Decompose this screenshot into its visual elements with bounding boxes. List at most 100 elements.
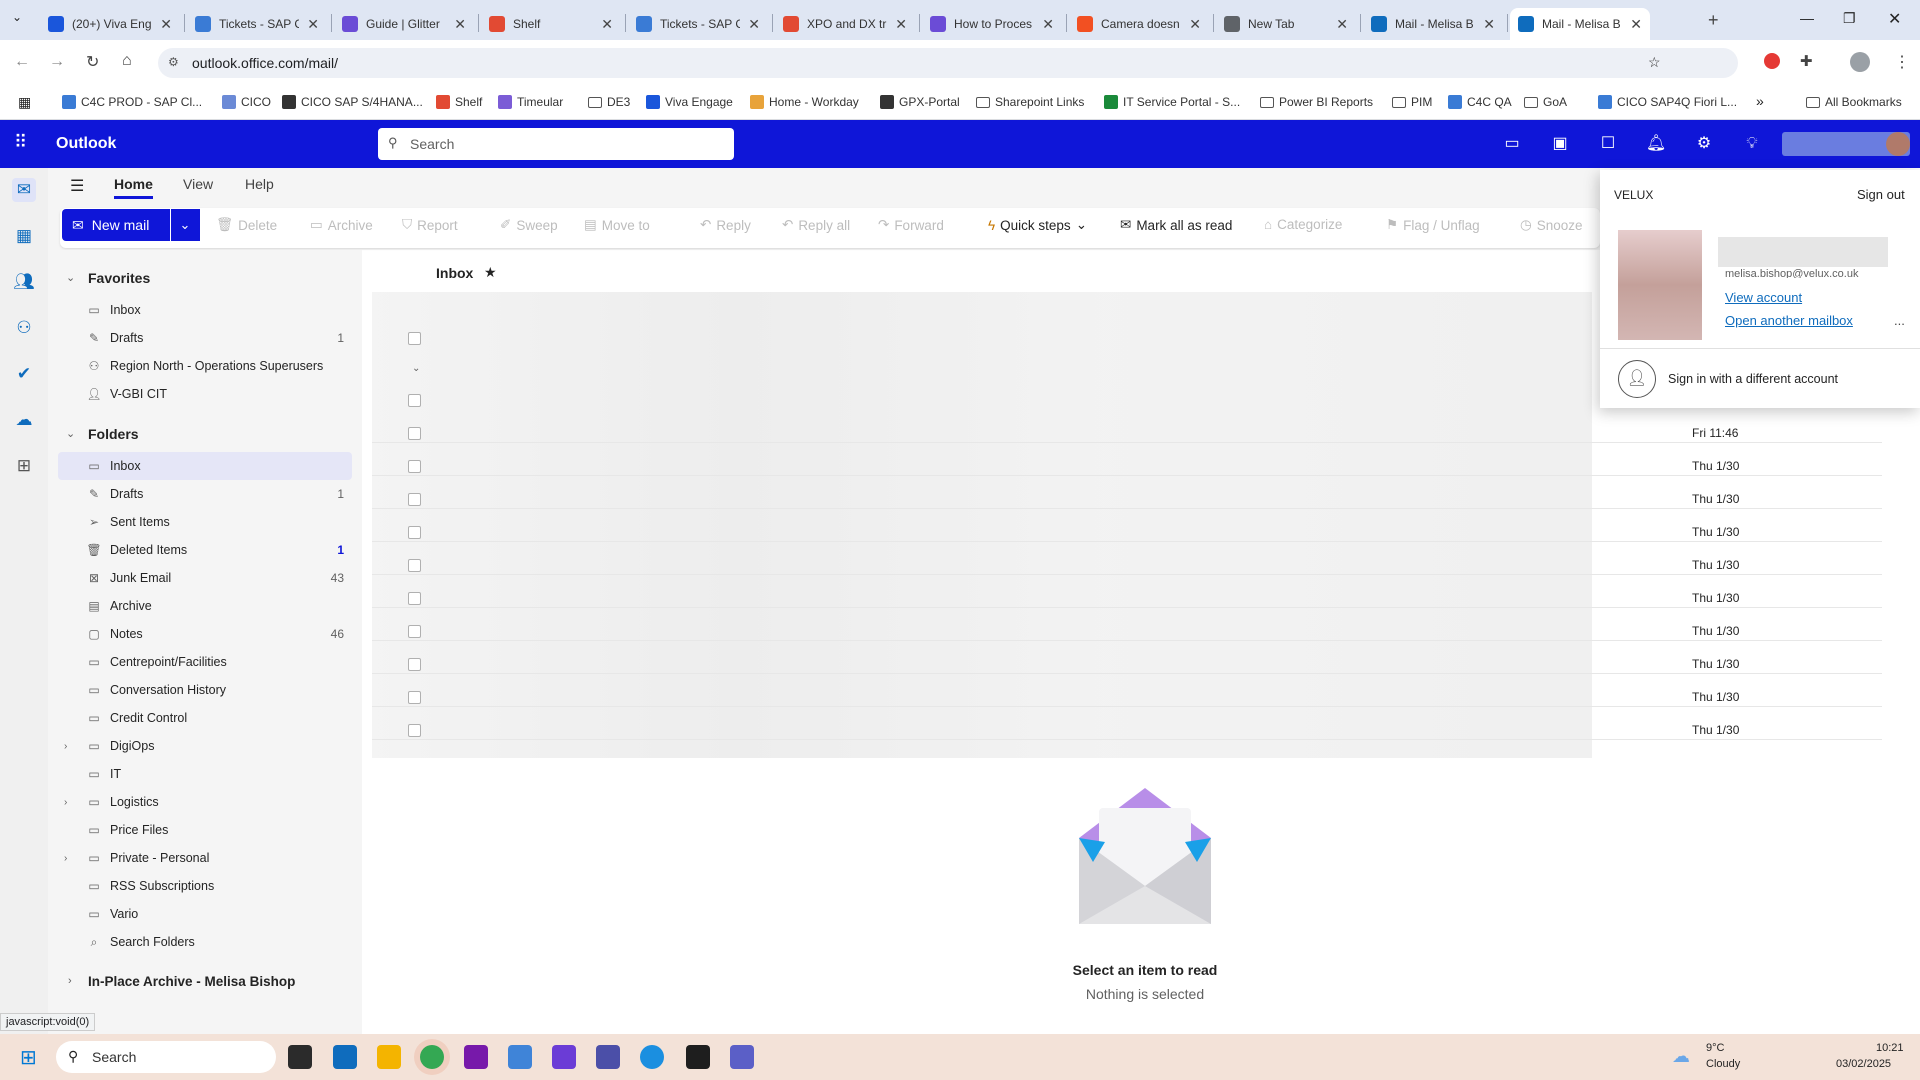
sapgui-icon[interactable]	[508, 1045, 532, 1069]
message-row[interactable]	[372, 476, 1882, 509]
mark-all-read-button[interactable]: ✉ Mark all as read	[1120, 217, 1232, 233]
task-view-icon[interactable]	[288, 1045, 312, 1069]
browser-tab[interactable]: Shelf ✕	[481, 8, 621, 40]
favorites-heading[interactable]: Favorites	[88, 270, 150, 286]
reply-all-button[interactable]: ↶ Reply all	[782, 217, 850, 233]
calendar-icon[interactable]: ▦	[12, 224, 36, 248]
folders-chevron-icon[interactable]: ⌄	[66, 427, 75, 440]
message-row[interactable]	[372, 707, 1882, 740]
folder-item[interactable]: ▭ IT	[58, 760, 352, 788]
bookmark-item[interactable]: IT Service Portal - S...	[1104, 95, 1240, 109]
tab-help[interactable]: Help	[245, 176, 274, 192]
account-manager-button[interactable]	[1782, 132, 1910, 156]
bookmark-item[interactable]: C4C QA	[1448, 95, 1512, 109]
move-to-button[interactable]: ▤ Move to	[584, 217, 650, 233]
favorites-chevron-icon[interactable]: ⌄	[66, 271, 75, 284]
more-options-icon[interactable]: ...	[1894, 313, 1905, 328]
folder-item[interactable]: ▭ Price Files	[58, 816, 352, 844]
message-row[interactable]	[372, 542, 1882, 575]
tab-close-icon[interactable]: ✕	[1336, 16, 1348, 33]
bookmark-item[interactable]: PIM	[1392, 95, 1432, 109]
tab-close-icon[interactable]: ✕	[1630, 16, 1642, 33]
browser-tab[interactable]: New Tab ✕	[1216, 8, 1356, 40]
outlook-taskbar-icon[interactable]	[333, 1045, 357, 1069]
bookmark-item[interactable]: CICO SAP S/4HANA...	[282, 95, 423, 109]
bookmark-item[interactable]: Home - Workday	[750, 95, 859, 109]
windows-start-icon[interactable]: ⊞	[20, 1045, 37, 1070]
bookmark-item[interactable]: Viva Engage	[646, 95, 733, 109]
folder-item[interactable]: ➢ Sent Items	[58, 508, 352, 536]
different-account-link[interactable]: Sign in with a different account	[1668, 372, 1838, 386]
bookmark-item[interactable]: DE3	[588, 95, 630, 109]
categorize-button[interactable]: ⌂ Categorize	[1264, 217, 1342, 232]
group-collapse-chevron-icon[interactable]: ⌄	[412, 363, 420, 374]
bookmark-item[interactable]: CICO	[222, 95, 271, 109]
folder-item[interactable]: ▢ Notes 46	[58, 620, 352, 648]
search-input[interactable]: ⚲ Search	[378, 128, 734, 160]
delete-button[interactable]: 🗑︎ Delete	[216, 217, 277, 233]
apps-grid-icon[interactable]: ▦	[18, 94, 31, 111]
quick-steps-button[interactable]: ϟ Quick steps ⌄	[988, 217, 1087, 233]
bookmark-item[interactable]: CICO SAP4Q Fiori L...	[1598, 95, 1737, 109]
tab-close-icon[interactable]: ✕	[748, 16, 760, 33]
folder-item[interactable]: ▭ Inbox	[58, 452, 352, 480]
reply-button[interactable]: ↶ Reply	[700, 217, 751, 233]
tab-close-icon[interactable]: ✕	[1189, 16, 1201, 33]
folder-item[interactable]: ✎ Drafts 1	[58, 480, 352, 508]
tab-close-icon[interactable]: ✕	[601, 16, 613, 33]
browser-tab[interactable]: (20+) Viva Eng ✕	[40, 8, 180, 40]
hamburger-menu-icon[interactable]: ☰	[70, 176, 84, 196]
sweep-button[interactable]: ✐ Sweep	[500, 217, 558, 233]
flag-button[interactable]: ⚑ Flag / Unflag	[1386, 217, 1480, 233]
tab-close-icon[interactable]: ✕	[1483, 16, 1495, 33]
forward-icon[interactable]: →	[49, 53, 65, 71]
browser-tab[interactable]: Tickets - SAP C ✕	[187, 8, 327, 40]
tab-close-icon[interactable]: ✕	[1042, 16, 1054, 33]
tab-close-icon[interactable]: ✕	[160, 16, 172, 33]
browser-tab[interactable]: Guide | Glitter ✕	[334, 8, 474, 40]
archive-expand-icon[interactable]: ›	[68, 975, 72, 987]
favorite-star-icon[interactable]: ★	[484, 264, 497, 281]
archive-button[interactable]: ▭ Archive	[310, 217, 373, 233]
browser-tab[interactable]: Tickets - SAP C ✕	[628, 8, 768, 40]
tab-view[interactable]: View	[183, 176, 213, 192]
back-icon[interactable]: ←	[14, 53, 30, 71]
minimize-button[interactable]: —	[1800, 10, 1814, 26]
bookmark-item[interactable]: GoA	[1524, 95, 1567, 109]
favorite-folder-item[interactable]: 👤︎ V-GBI CIT	[58, 380, 352, 408]
mail-icon[interactable]: ✉	[12, 178, 36, 202]
folder-item[interactable]: › ▭ DigiOps	[58, 732, 352, 760]
all-bookmarks[interactable]: All Bookmarks	[1806, 95, 1902, 109]
meet-now-icon[interactable]: ▭	[1500, 132, 1524, 156]
tab-close-icon[interactable]: ✕	[895, 16, 907, 33]
browser-tab[interactable]: XPO and DX tr ✕	[775, 8, 915, 40]
message-row[interactable]	[372, 443, 1882, 476]
expand-chevron-icon[interactable]: ›	[64, 741, 67, 752]
extensions-puzzle-icon[interactable]: ✚	[1800, 52, 1813, 70]
url-bar[interactable]: ⚙ outlook.office.com/mail/ ☆	[158, 48, 1738, 78]
more-apps-icon[interactable]: ⊞	[12, 454, 36, 478]
folder-item[interactable]: ▭ RSS Subscriptions	[58, 872, 352, 900]
onedrive-cloud-icon[interactable]: ☁	[12, 408, 36, 432]
browser-tab[interactable]: Camera doesn ✕	[1069, 8, 1209, 40]
favorite-folder-item[interactable]: ▭ Inbox	[58, 296, 352, 324]
bookmark-item[interactable]: Shelf	[436, 95, 482, 109]
expand-chevron-icon[interactable]: ›	[64, 797, 67, 808]
snipping-tool-icon[interactable]	[552, 1045, 576, 1069]
sticky-notes-icon[interactable]	[686, 1045, 710, 1069]
add-person-icon[interactable]: 👤︎	[1618, 360, 1656, 398]
folder-item[interactable]: ⌕ Search Folders	[58, 928, 352, 956]
groups-icon[interactable]: ⚇	[12, 316, 36, 340]
browser-tab[interactable]: How to Proces ✕	[922, 8, 1062, 40]
tab-close-icon[interactable]: ✕	[454, 16, 466, 33]
settings-gear-icon[interactable]: ⚙	[1692, 132, 1716, 156]
folder-item[interactable]: ▭ Conversation History	[58, 676, 352, 704]
chrome-icon[interactable]	[420, 1045, 444, 1069]
bookmark-item[interactable]: GPX-Portal	[880, 95, 960, 109]
app-icon[interactable]	[596, 1045, 620, 1069]
favorite-folder-item[interactable]: ⚇ Region North - Operations Superusers	[58, 352, 352, 380]
snooze-button[interactable]: ◷ Snooze	[1520, 217, 1583, 233]
sign-out-link[interactable]: Sign out	[1857, 187, 1905, 202]
reload-icon[interactable]: ↻	[86, 52, 99, 72]
browser-tab[interactable]: Mail - Melisa B ✕	[1510, 8, 1650, 40]
